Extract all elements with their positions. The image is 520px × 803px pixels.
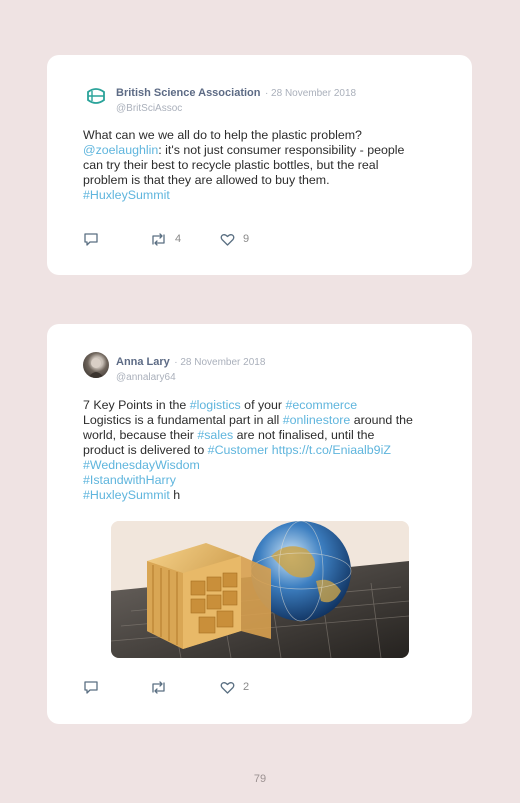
tweet-text-span: 7 Key Points in the: [83, 398, 190, 412]
page-number: 79: [253, 773, 267, 785]
avatar[interactable]: [83, 352, 109, 378]
author-handle[interactable]: @BritSciAssoc: [116, 103, 356, 114]
tweet-line: problem is that they are allowed to buy …: [83, 173, 443, 188]
hashtag-link[interactable]: #HuxleySummit: [83, 188, 170, 202]
retweet-count: 4: [175, 233, 182, 245]
retweet-button[interactable]: [150, 679, 175, 695]
tweet-date: · 28 November 2018: [174, 357, 266, 368]
tweet-line: #WednesdayWisdom: [83, 458, 443, 473]
reply-button[interactable]: [83, 231, 99, 247]
tweet-text-span: world, because their: [83, 428, 198, 442]
tweet-text-span: h: [169, 488, 181, 502]
hashtag-link[interactable]: #HuxleySummit: [83, 488, 170, 502]
hashtag-link[interactable]: #onlinestore: [283, 413, 351, 427]
hashtag-link[interactable]: #Customer: [208, 443, 269, 457]
heart-icon: [220, 681, 235, 694]
tweet-text-span: problem is that they are allowed to buy …: [83, 173, 330, 187]
tweet-line: What can we we all do to help the plasti…: [83, 128, 443, 143]
reply-button[interactable]: [83, 679, 99, 695]
tweet-date: · 28 November 2018: [264, 88, 357, 99]
author-name[interactable]: British Science Association: [116, 87, 260, 99]
tweet-text-span: around the: [350, 413, 413, 427]
like-count: 9: [243, 233, 250, 245]
tweet-text-span: can try their best to recycle plastic bo…: [83, 158, 379, 172]
hashtag-link[interactable]: #IstandwithHarry: [83, 473, 176, 487]
author-handle[interactable]: @annalary64: [116, 372, 265, 383]
bsa-logo-icon[interactable]: [83, 83, 109, 109]
heart-icon: [220, 233, 235, 246]
like-button[interactable]: 2: [220, 679, 249, 695]
mention-link[interactable]: @zoelaughlin: [83, 143, 158, 157]
tweet-image[interactable]: [111, 521, 409, 658]
tweet-line: @zoelaughlin: it's not just consumer res…: [83, 143, 443, 158]
tweet-actions: 4 9: [83, 231, 283, 247]
tweet-card: Anna Lary · 28 November 2018 @annalary64…: [47, 324, 472, 724]
tweet-line: 7 Key Points in the #logistics of your #…: [83, 398, 443, 413]
tweet-text: 7 Key Points in the #logistics of your #…: [83, 398, 443, 503]
retweet-button[interactable]: 4: [150, 231, 181, 247]
tweet-actions: 2: [83, 679, 283, 695]
tweet-line: Logistics is a fundamental part in all #…: [83, 413, 443, 428]
tweet-text: What can we we all do to help the plasti…: [83, 128, 443, 203]
like-count: 2: [243, 681, 250, 693]
like-button[interactable]: 9: [220, 231, 249, 247]
tweet-line: #HuxleySummit: [83, 188, 443, 203]
tweet-text-span: are not finalised, until the: [233, 428, 375, 442]
hashtag-link[interactable]: #ecommerce: [286, 398, 358, 412]
tweet-text-span: What can we we all do to help the plasti…: [83, 128, 362, 142]
hashtag-link[interactable]: #WednesdayWisdom: [83, 458, 200, 472]
tweet-line: world, because their #sales are not fina…: [83, 428, 443, 443]
tweet-text-span: product is delivered to: [83, 443, 208, 457]
author-name[interactable]: Anna Lary: [116, 356, 170, 368]
reply-icon: [84, 681, 98, 694]
url-link[interactable]: https://t.co/Eniaalb9iZ: [272, 443, 391, 457]
retweet-icon: [152, 232, 165, 246]
tweet-text-span: of your: [240, 398, 286, 412]
hashtag-link[interactable]: #sales: [197, 428, 233, 442]
tweet-line: can try their best to recycle plastic bo…: [83, 158, 443, 173]
tweet-line: #HuxleySummit h: [83, 488, 443, 503]
tweet-text-span: Logistics is a fundamental part in all: [83, 413, 283, 427]
tweet-text-span: : it's not just consumer responsibility …: [158, 143, 405, 157]
hashtag-link[interactable]: #logistics: [190, 398, 241, 412]
tweet-line: #IstandwithHarry: [83, 473, 443, 488]
reply-icon: [84, 233, 98, 246]
retweet-icon: [152, 680, 165, 694]
tweet-card: British Science Association · 28 Novembe…: [47, 55, 472, 275]
tweet-line: product is delivered to #Customer https:…: [83, 443, 443, 458]
